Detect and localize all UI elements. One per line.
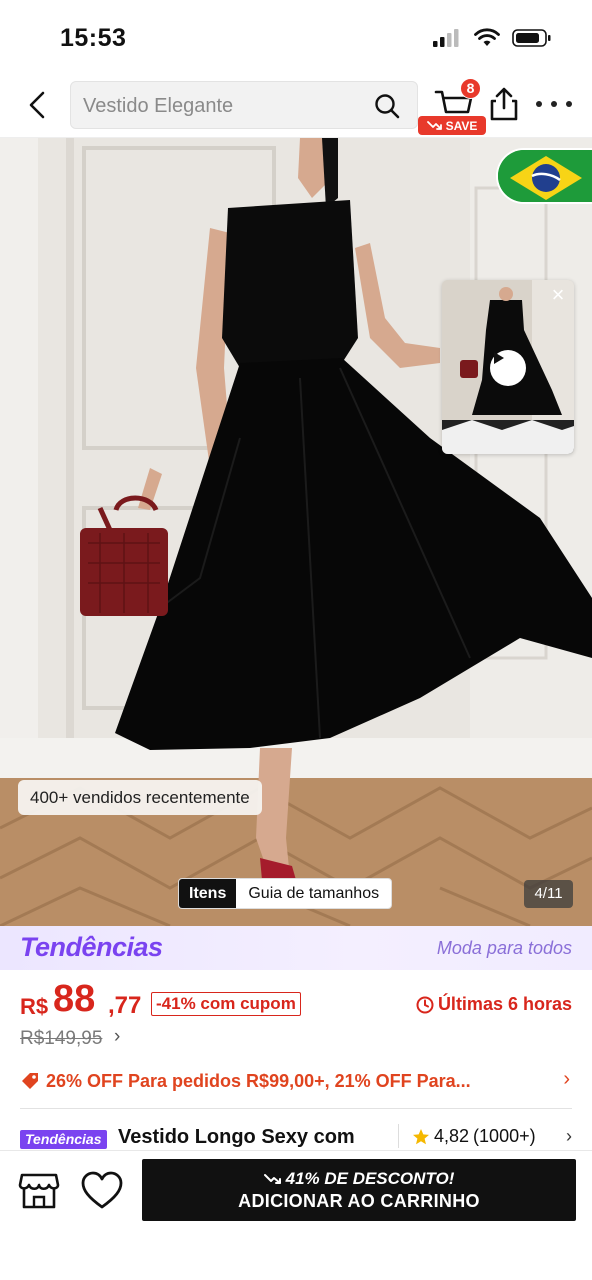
cta-discount-label: 41% DE DESCONTO! <box>142 1169 576 1189</box>
status-bar: 15:53 <box>0 0 592 76</box>
cart-count-badge: 8 <box>460 78 481 99</box>
image-page-counter: 4/11 <box>524 880 573 908</box>
search-input[interactable]: Vestido Elegante <box>70 81 418 129</box>
rating-summary[interactable]: 4,82 (1000+) <box>412 1126 536 1147</box>
dot-icon <box>551 101 557 107</box>
tab-size-guide[interactable]: Guia de tamanhos <box>236 879 391 908</box>
wifi-icon <box>474 28 500 46</box>
wishlist-button[interactable] <box>80 1171 124 1211</box>
trends-tagline: Moda para todos <box>436 938 572 958</box>
countdown-timer: Últimas 6 horas <box>416 994 572 1015</box>
search-icon[interactable] <box>373 92 401 120</box>
promotion-row[interactable]: 26% OFF Para pedidos R$99,00+, 21% OFF P… <box>20 1068 572 1094</box>
price-decimal: ,77 <box>108 992 142 1019</box>
bottom-action-bar: 41% DE DESCONTO! ADICIONAR AO CARRINHO <box>0 1150 592 1280</box>
chevron-left-icon <box>29 91 45 119</box>
review-count: (1000+) <box>473 1126 536 1146</box>
coupon-discount-tag: -41% com cupom <box>151 992 301 1016</box>
product-title: Vestido Longo Sexy com <box>118 1126 355 1148</box>
more-options-button[interactable] <box>536 92 572 116</box>
chevron-right-icon[interactable]: › <box>114 1026 120 1048</box>
search-placeholder: Vestido Elegante <box>83 95 234 117</box>
dot-icon <box>566 101 572 107</box>
store-button[interactable] <box>18 1171 60 1211</box>
original-price[interactable]: R$149,95 <box>20 1028 102 1050</box>
share-icon <box>490 87 518 121</box>
tab-items[interactable]: Itens <box>179 879 237 908</box>
divider <box>20 1108 572 1109</box>
flag-graphic <box>498 150 592 202</box>
clock-icon <box>416 996 434 1013</box>
timer-label: Últimas 6 horas <box>437 994 572 1014</box>
product-title-row[interactable]: Tendências Vestido Longo Sexy com 4,82 (… <box>20 1122 572 1150</box>
star-icon <box>413 1128 429 1144</box>
discount-text: 41% DE DESCONTO! <box>285 1169 455 1188</box>
video-preview-thumbnail[interactable]: × <box>442 280 574 454</box>
trend-down-icon <box>426 120 442 130</box>
top-nav-bar: Vestido Elegante 8 SAVE <box>0 76 592 138</box>
price-row: R$ 88 ,77 -41% com cupom Últimas 6 horas <box>20 978 572 1024</box>
price-tag-icon <box>22 1073 38 1089</box>
trend-down-icon <box>263 1174 281 1184</box>
close-icon[interactable]: × <box>546 284 570 308</box>
chevron-right-icon: › <box>566 1126 572 1146</box>
back-button[interactable] <box>22 88 52 122</box>
divider <box>398 1124 399 1148</box>
product-image-gallery[interactable]: × 400+ vendidos recentemente Itens Guia … <box>0 138 592 926</box>
trends-logo: Tendências <box>20 932 163 962</box>
gallery-tabs: Itens Guia de tamanhos <box>178 878 393 909</box>
save-label: SAVE <box>445 118 478 133</box>
battery-icon <box>512 29 551 47</box>
sold-count-badge: 400+ vendidos recentemente <box>18 780 262 815</box>
heart-icon <box>81 1171 123 1209</box>
rating-value: 4,82 <box>434 1126 470 1146</box>
status-time: 15:53 <box>60 24 127 52</box>
trends-badge: Tendências <box>20 1130 107 1149</box>
save-badge: SAVE <box>418 116 486 135</box>
add-to-cart-button[interactable]: 41% DE DESCONTO! ADICIONAR AO CARRINHO <box>142 1159 576 1221</box>
price-currency: R$ <box>20 994 49 1019</box>
price-integer: 88 <box>53 978 96 1020</box>
play-icon <box>494 352 504 364</box>
store-icon <box>18 1173 60 1209</box>
trends-banner[interactable]: Tendências Moda para todos <box>0 926 592 970</box>
add-to-cart-label: ADICIONAR AO CARRINHO <box>238 1191 480 1211</box>
dot-icon <box>536 101 542 107</box>
signal-icon <box>433 29 459 47</box>
share-button[interactable] <box>488 86 520 122</box>
promotion-text: 26% OFF Para pedidos R$99,00+, 21% OFF P… <box>46 1070 471 1091</box>
brazil-flag-icon[interactable] <box>496 148 592 204</box>
status-icons <box>432 28 552 48</box>
chevron-right-icon: › <box>563 1068 570 1090</box>
play-button[interactable] <box>490 350 526 386</box>
